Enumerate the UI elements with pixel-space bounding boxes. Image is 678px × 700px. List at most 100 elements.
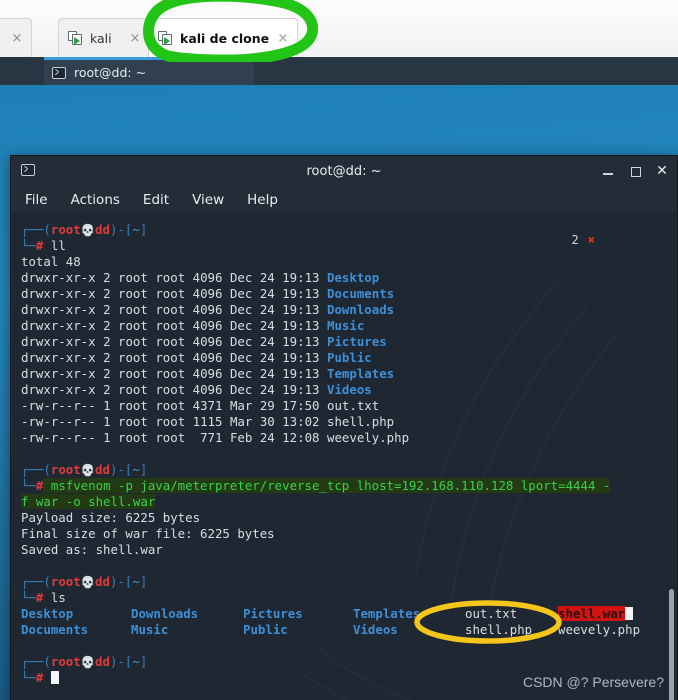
row-group: root xyxy=(155,302,186,317)
ll-total-line: total 48 xyxy=(21,254,81,269)
command-ls: ls xyxy=(50,590,66,605)
minimize-button[interactable] xyxy=(601,164,615,178)
row-day: 30 xyxy=(259,414,275,429)
table-row: drwxr-xr-x 2 root root 4096 Dec 24 19:13… xyxy=(21,366,677,382)
close-icon[interactable]: × xyxy=(127,32,143,45)
ls-item-highlighted: shell.war xyxy=(558,606,626,621)
vm-tab-partial[interactable]: e × xyxy=(0,18,32,57)
row-month: Dec xyxy=(229,270,253,285)
prompt-rbracket: ] xyxy=(139,574,148,589)
prompt-rule: ┌── xyxy=(21,654,44,669)
row-month: Dec xyxy=(229,318,253,333)
terminal-window: root@dd: ~ ✕ File Actions Edit View Help xyxy=(10,155,678,700)
row-perms: -rw-r--r-- xyxy=(21,430,96,445)
text-cursor xyxy=(625,607,634,620)
row-day: 24 xyxy=(259,318,275,333)
row-size: 1115 xyxy=(192,414,223,429)
row-group: root xyxy=(155,334,186,349)
screen-root: e × kali × kali de clone × ro xyxy=(0,0,678,700)
row-group: root xyxy=(155,382,186,397)
close-icon[interactable]: × xyxy=(275,32,291,45)
row-perms: drwxr-xr-x xyxy=(21,302,96,317)
vm-tab-kali-label: kali xyxy=(90,30,112,46)
row-name: Downloads xyxy=(326,302,395,317)
row-time: 19:13 xyxy=(282,302,320,317)
menu-view[interactable]: View xyxy=(192,192,224,208)
row-name: Desktop xyxy=(326,270,380,285)
row-month: Mar xyxy=(229,398,253,413)
close-button[interactable]: ✕ xyxy=(655,164,669,178)
prompt-path: ~ xyxy=(132,574,140,589)
prompt-user: root xyxy=(50,222,81,237)
vm-tab-strip: e × kali × kali de clone × xyxy=(0,0,678,62)
prompt-path: ~ xyxy=(132,654,140,669)
ls-output-row-1: Desktop Downloads Pictures Templates out.txt… xyxy=(21,606,677,622)
row-links: 2 xyxy=(103,350,111,365)
taskbar-item-terminal[interactable]: root@dd: ~ xyxy=(44,57,254,85)
row-size: 4096 xyxy=(192,350,223,365)
row-group: root xyxy=(155,398,186,413)
row-group: root xyxy=(155,270,186,285)
row-perms: drwxr-xr-x xyxy=(21,382,96,397)
prompt-rule: ┌── xyxy=(21,574,44,589)
prompt-path: ~ xyxy=(132,462,140,477)
prompt-open-paren: ( xyxy=(43,654,51,669)
prompt-rbracket: ] xyxy=(139,222,148,237)
row-group: root xyxy=(155,286,186,301)
row-name: out.txt xyxy=(326,398,380,413)
prompt-line-2-top: ┌──(root💀dd)-[~] xyxy=(21,462,677,478)
row-size: 4096 xyxy=(192,334,223,349)
ls-item: weevely.php xyxy=(558,622,641,637)
terminal-titlebar[interactable]: root@dd: ~ ✕ xyxy=(11,156,677,186)
ls-item: Pictures xyxy=(243,606,303,621)
row-day: 24 xyxy=(259,350,275,365)
row-month: Dec xyxy=(229,302,253,317)
skull-icon: 💀 xyxy=(80,463,96,477)
row-time: 19:13 xyxy=(282,382,320,397)
table-row: -rw-r--r-- 1 root root 4371 Mar 29 17:50… xyxy=(21,398,677,414)
row-time: 19:13 xyxy=(282,286,320,301)
row-size: 4371 xyxy=(192,398,223,413)
row-time: 19:13 xyxy=(282,366,320,381)
row-month: Feb xyxy=(229,430,253,445)
row-time: 19:13 xyxy=(282,334,320,349)
ls-item: out.txt xyxy=(465,606,518,621)
prompt-rule: ┌── xyxy=(21,462,44,477)
row-time: 17:50 xyxy=(282,398,320,413)
prompt-line-4-top: ┌──(root💀dd)-[~] xyxy=(21,654,677,670)
row-links: 2 xyxy=(103,302,111,317)
maximize-button[interactable] xyxy=(628,164,642,178)
table-row: drwxr-xr-x 2 root root 4096 Dec 24 19:13… xyxy=(21,286,677,302)
terminal-scrollbar[interactable] xyxy=(669,589,674,700)
row-links: 2 xyxy=(103,366,111,381)
ll-rows: drwxr-xr-x 2 root root 4096 Dec 24 19:13… xyxy=(21,270,677,446)
vm-tab-kali[interactable]: kali × xyxy=(58,18,150,57)
row-owner: root xyxy=(118,302,148,317)
row-perms: -rw-r--r-- xyxy=(21,398,96,413)
ls-item: Templates xyxy=(353,606,421,621)
command-msfvenom-wrap: f war -o shell.war xyxy=(21,494,677,510)
table-row: -rw-r--r-- 1 root root 771 Feb 24 12:08 … xyxy=(21,430,677,446)
ls-item: Videos xyxy=(353,622,398,637)
close-icon[interactable]: × xyxy=(9,32,25,45)
row-day: 24 xyxy=(259,302,275,317)
menu-help[interactable]: Help xyxy=(247,192,278,208)
kali-desktop: root@dd: ~ root@dd: ~ ✕ File Actions Edi… xyxy=(0,57,678,700)
table-row: drwxr-xr-x 2 root root 4096 Dec 24 19:13… xyxy=(21,270,677,286)
menu-edit[interactable]: Edit xyxy=(143,192,169,208)
table-row: drwxr-xr-x 2 root root 4096 Dec 24 19:13… xyxy=(21,382,677,398)
vm-tab-kali-de-clone[interactable]: kali de clone × xyxy=(148,18,298,57)
prompt-rule: └─ xyxy=(21,238,36,253)
desktop-taskbar: root@dd: ~ xyxy=(0,57,678,85)
row-day: 24 xyxy=(259,430,275,445)
row-owner: root xyxy=(118,350,148,365)
exit-status-mark: ✖ xyxy=(587,233,595,247)
menu-actions[interactable]: Actions xyxy=(71,192,120,208)
row-size: 4096 xyxy=(192,318,223,333)
menu-file[interactable]: File xyxy=(25,192,48,208)
row-perms: drwxr-xr-x xyxy=(21,334,96,349)
row-links: 2 xyxy=(103,270,111,285)
prompt-open-paren: ( xyxy=(43,462,51,477)
terminal-output-area[interactable]: 2 ✖ ┌──(root💀dd)-[~] └─# ll total 48 drwx… xyxy=(11,214,677,700)
row-day: 24 xyxy=(259,366,275,381)
